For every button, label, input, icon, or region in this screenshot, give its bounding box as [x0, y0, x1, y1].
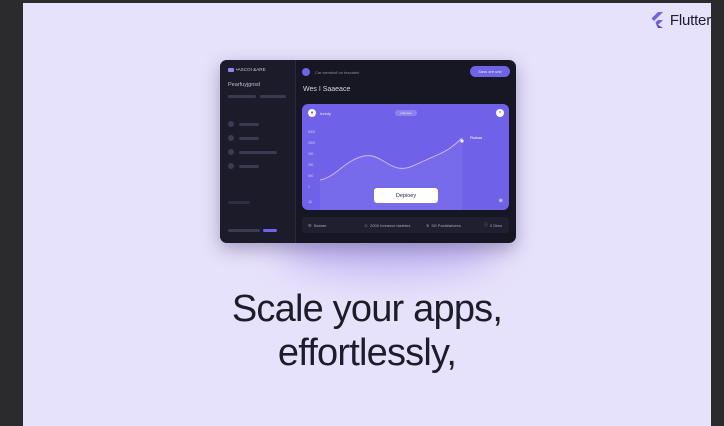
- sidebar-item-dot-icon: [228, 149, 234, 155]
- bottom-bar-item[interactable]: ☰ Saaner: [308, 223, 327, 228]
- progress-track: [228, 229, 260, 232]
- sidebar-item-dot-icon: [228, 121, 234, 127]
- chart-card-avatar-icon[interactable]: ●: [308, 109, 316, 117]
- y-tick-label: 2000: [308, 141, 315, 145]
- info-icon: ⓘ: [484, 222, 488, 227]
- bottom-bar-item[interactable]: ↯ 3G Paxtdiatvees: [426, 223, 461, 228]
- bottom-bar-item-label: 2000 Inreasve lastetes: [370, 222, 411, 228]
- chart-icon: ↯: [426, 222, 430, 228]
- mockup-page-title: Wes I Saaeace: [303, 86, 351, 93]
- placeholder-line: [239, 136, 259, 140]
- y-tick-label: 1: [308, 185, 310, 189]
- chart-annotation-label: Pbatcas: [470, 136, 483, 140]
- flutter-wordmark: Flutter: [669, 11, 711, 29]
- sidebar-title: Pearfuyjgnsd: [228, 82, 261, 88]
- hero-headline: Scale your apps, effortlessly,: [23, 287, 711, 375]
- flutter-logo[interactable]: Flutter: [649, 11, 711, 29]
- chart-highlight-point: [460, 139, 464, 143]
- sidebar-item[interactable]: [228, 163, 259, 169]
- mockup-logo: •ASCOI &ARE: [228, 67, 266, 72]
- headline-line-2: effortlessly,: [277, 332, 457, 374]
- flutter-logo-icon: [651, 12, 663, 28]
- topbar-action-button[interactable]: Sass ore unir: [470, 66, 510, 77]
- y-tick-label: 200: [308, 163, 314, 167]
- sidebar-item: [228, 201, 250, 204]
- chart-card: 5000 2000 200 200 500 1 Pbatcas ● Inrkdy…: [302, 104, 509, 210]
- y-tick-label: 200: [308, 152, 314, 156]
- placeholder-bar: [260, 95, 286, 98]
- progress-fill: [263, 229, 277, 232]
- chart-card-pill[interactable]: ptteuses: [395, 110, 417, 116]
- placeholder-line: [239, 122, 259, 126]
- chart-card-label: Inrkdy: [320, 111, 331, 116]
- chart-footer-left: 11: [308, 199, 313, 204]
- sidebar-item[interactable]: [228, 135, 259, 141]
- mockup-logo-text: •ASCOI &ARE: [236, 67, 266, 72]
- y-tick-label: 500: [308, 174, 314, 178]
- bottom-bar-item-label: 0 Dtea: [490, 222, 502, 228]
- sidebar-footer-progress: [228, 229, 277, 232]
- back-circle-icon[interactable]: [302, 68, 310, 76]
- list-icon: ☰: [308, 222, 312, 228]
- y-tick-label: 5000: [308, 130, 315, 134]
- close-icon[interactable]: ×: [496, 109, 504, 117]
- deploy-button[interactable]: Depioey: [374, 188, 438, 203]
- bottom-bar-item-label: Saaner: [313, 222, 327, 228]
- topbar-search-text[interactable]: Car wembafi on teecateir: [315, 70, 359, 75]
- mockup-topbar: Car wembafi on teecateir Sass ore unir: [302, 66, 510, 78]
- dashboard-mockup: •ASCOI &ARE Pearfuyjgnsd Car wembafi on …: [220, 60, 516, 243]
- y-axis-ticks: 5000 2000 200 200 500 1: [308, 130, 315, 189]
- settings-icon[interactable]: ⊕: [499, 198, 503, 204]
- sidebar-item-dot-icon: [228, 135, 234, 141]
- placeholder-line: [239, 164, 259, 168]
- placeholder-line: [228, 201, 250, 204]
- bottom-bar-item[interactable]: ⓘ 0 Dtea: [484, 222, 502, 228]
- sidebar-placeholder-bars: [228, 95, 286, 98]
- sidebar-item[interactable]: [228, 121, 259, 127]
- placeholder-line: [239, 150, 277, 154]
- placeholder-bar: [228, 95, 256, 98]
- sidebar-item-dot-icon: [228, 163, 234, 169]
- user-icon: ☺: [364, 222, 369, 228]
- hero-section: Flutter •ASCOI &ARE Pearfuyjgnsd Car wem…: [23, 3, 711, 426]
- mockup-sidebar: •ASCOI &ARE Pearfuyjgnsd: [220, 60, 296, 243]
- headline-line-1: Scale your apps,: [231, 288, 503, 330]
- bottom-bar-item[interactable]: ☺ 2000 Inreasve lastetes: [364, 223, 410, 228]
- sidebar-item[interactable]: [228, 149, 277, 155]
- mockup-bottom-bar: ☰ Saaner ☺ 2000 Inreasve lastetes ↯ 3G P…: [302, 217, 509, 233]
- mockup-logo-icon: [228, 67, 234, 72]
- bottom-bar-item-label: 3G Paxtdiatvees: [431, 222, 461, 228]
